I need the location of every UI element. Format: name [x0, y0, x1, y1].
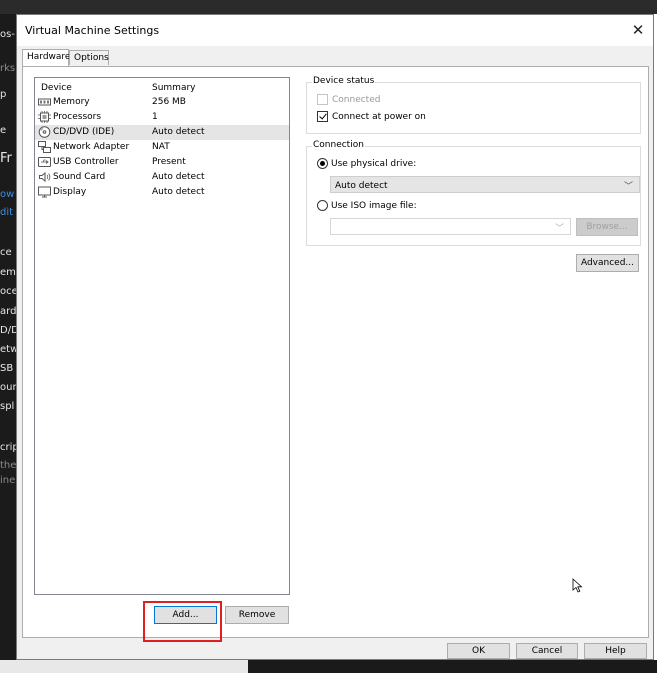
device-name: Sound Card [53, 172, 106, 182]
device-name: Display [53, 187, 87, 197]
background-text: spl [0, 401, 15, 412]
background-text: rks [0, 63, 16, 74]
connection-label: Connection [312, 140, 365, 150]
device-row-network-adapter[interactable]: Network Adapter NAT [35, 140, 289, 155]
background-text: e [0, 125, 7, 136]
column-header-summary[interactable]: Summary [152, 83, 196, 93]
cancel-button[interactable]: Cancel [516, 643, 578, 659]
tab-options[interactable]: Options [69, 50, 109, 65]
device-summary: Present [152, 157, 186, 167]
background-text: os- [0, 29, 15, 40]
device-summary: NAT [152, 142, 170, 152]
background-text: ce [0, 247, 12, 258]
device-name: USB Controller [53, 157, 119, 167]
device-status-label: Device status [312, 76, 376, 86]
close-button[interactable]: ✕ [625, 19, 651, 41]
background-text: ine [0, 475, 16, 486]
browse-button[interactable]: Browse... [576, 218, 638, 236]
device-list[interactable]: Device Summary Memory 256 MB Processors … [34, 77, 290, 595]
add-button-highlight [143, 601, 222, 642]
device-row-usb-controller[interactable]: USB Controller Present [35, 155, 289, 170]
background-bottom [0, 660, 657, 673]
background-text: crip [0, 442, 16, 453]
background-text: oun [0, 382, 16, 393]
background-text: the [0, 460, 16, 471]
use-iso-image-radio[interactable] [317, 200, 328, 211]
background-taskbar [0, 0, 657, 14]
device-summary: 256 MB [152, 97, 186, 107]
physical-drive-value: Auto detect [335, 181, 388, 191]
device-row-memory[interactable]: Memory 256 MB [35, 95, 289, 110]
background-text: oce [0, 286, 16, 297]
physical-drive-select[interactable]: Auto detect ﹀ [330, 176, 640, 193]
background-text: p [0, 89, 7, 100]
mouse-cursor-icon [572, 578, 583, 593]
background-text: etw [0, 344, 16, 355]
device-name: CD/DVD (IDE) [53, 127, 115, 137]
vm-settings-dialog: Virtual Machine Settings ✕ Hardware Opti… [16, 14, 654, 660]
device-summary: Auto detect [152, 172, 205, 182]
close-icon: ✕ [631, 21, 645, 39]
use-physical-drive-label: Use physical drive: [331, 159, 417, 169]
connected-label: Connected [332, 95, 381, 105]
device-row-cd-dvd[interactable]: CD/DVD (IDE) Auto detect [35, 125, 289, 140]
use-physical-drive-radio[interactable] [317, 158, 328, 169]
chevron-down-icon: ﹀ [554, 224, 564, 234]
tab-hardware[interactable]: Hardware [22, 49, 70, 66]
background-text: SB [0, 363, 14, 374]
connected-checkbox[interactable] [317, 94, 328, 105]
connection-group: Connection Use physical drive: Auto dete… [306, 140, 641, 246]
device-row-display[interactable]: Display Auto detect [35, 185, 289, 200]
device-name: Network Adapter [53, 142, 130, 152]
connect-at-power-on-checkbox[interactable] [317, 111, 328, 122]
title-bar[interactable]: Virtual Machine Settings ✕ [17, 15, 653, 46]
device-row-sound-card[interactable]: Sound Card Auto detect [35, 170, 289, 185]
connect-at-power-on-label: Connect at power on [332, 112, 426, 122]
help-button[interactable]: Help [584, 643, 647, 659]
use-iso-image-label: Use ISO image file: [331, 201, 417, 211]
network-adapter-icon [38, 141, 51, 153]
background-dark-area [248, 660, 657, 673]
speaker-icon [39, 171, 51, 183]
chevron-down-icon: ﹀ [623, 182, 633, 192]
memory-icon [38, 98, 51, 106]
device-summary: 1 [152, 112, 158, 122]
device-row-processors[interactable]: Processors 1 [35, 110, 289, 125]
column-header-device[interactable]: Device [41, 83, 72, 93]
advanced-button[interactable]: Advanced... [576, 254, 639, 272]
device-summary: Auto detect [152, 187, 205, 197]
list-header: Device Summary [35, 78, 289, 95]
background-text: Fr [0, 151, 12, 166]
display-icon [38, 186, 51, 198]
usb-icon [38, 157, 51, 167]
device-summary: Auto detect [152, 127, 205, 137]
cd-dvd-icon [38, 126, 51, 138]
background-text: ard [0, 306, 16, 317]
ok-button[interactable]: OK [447, 643, 510, 659]
background-app-sidebar: os- rks p e Fr ow dit ce em oce ard D/D … [0, 14, 16, 673]
background-link: ow [0, 189, 15, 200]
device-name: Processors [53, 112, 102, 122]
background-link: dit [0, 207, 14, 218]
background-text: D/D [0, 325, 16, 336]
device-name: Memory [53, 97, 90, 107]
device-status-group: Device status Connected Connect at power… [306, 76, 641, 134]
window-title: Virtual Machine Settings [25, 24, 160, 37]
hardware-panel: Device Summary Memory 256 MB Processors … [22, 66, 649, 638]
remove-button[interactable]: Remove [225, 606, 289, 624]
background-text: em [0, 267, 16, 278]
iso-image-select[interactable]: ﹀ [330, 218, 571, 235]
processor-icon [38, 111, 51, 123]
